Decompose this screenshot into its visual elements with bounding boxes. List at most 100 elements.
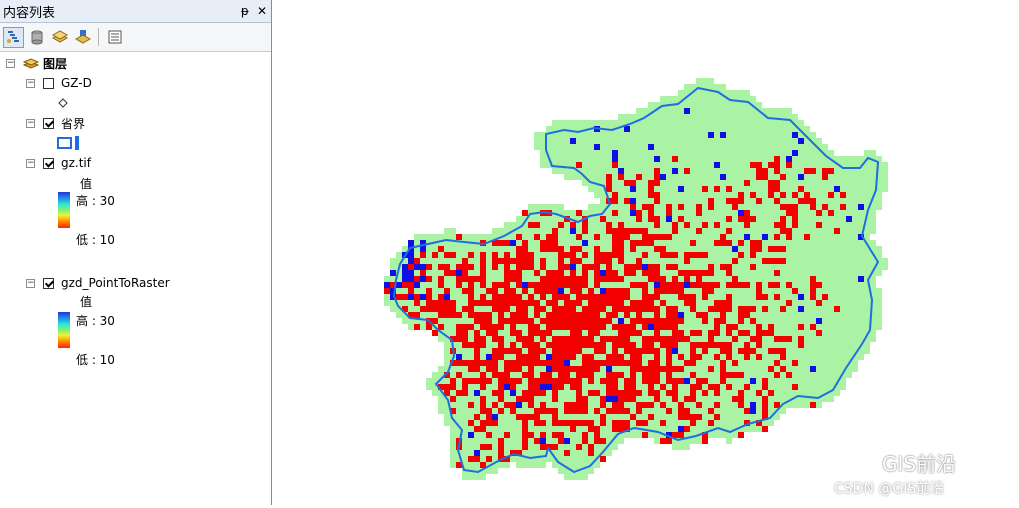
- collapse-toggle-icon[interactable]: −: [26, 278, 35, 288]
- raster-cell: [516, 252, 522, 258]
- raster-cell: [618, 360, 624, 366]
- collapse-toggle-icon[interactable]: −: [6, 58, 15, 68]
- raster-cell: [798, 378, 804, 384]
- collapse-toggle-icon[interactable]: −: [26, 78, 35, 88]
- raster-cell: [822, 234, 828, 240]
- raster-map-canvas[interactable]: [278, 0, 1019, 505]
- raster-cell: [744, 210, 750, 216]
- raster-cell: [480, 318, 486, 324]
- raster-cell: [828, 312, 834, 318]
- raster-cell: [594, 144, 600, 150]
- collapse-toggle-icon[interactable]: −: [26, 118, 35, 128]
- raster-cell: [468, 330, 474, 336]
- raster-cell: [576, 426, 582, 432]
- raster-cell: [642, 186, 648, 192]
- layer-item-gz-d[interactable]: − GZ-D: [26, 75, 92, 91]
- raster-cell: [666, 312, 672, 318]
- raster-cell: [840, 210, 846, 216]
- raster-cell: [612, 270, 618, 276]
- raster-cell: [702, 336, 708, 342]
- raster-cell: [486, 444, 492, 450]
- raster-cell: [552, 324, 558, 330]
- raster-cell: [636, 132, 642, 138]
- raster-cell: [588, 234, 594, 240]
- layers-root[interactable]: − 图层: [6, 55, 67, 71]
- raster-cell: [642, 420, 648, 426]
- raster-cell: [666, 258, 672, 264]
- raster-cell: [786, 186, 792, 192]
- options-icon[interactable]: [104, 27, 125, 48]
- map-view[interactable]: [278, 0, 1019, 505]
- raster-cell: [666, 204, 672, 210]
- raster-cell: [450, 300, 456, 306]
- list-by-selection-icon[interactable]: [72, 27, 93, 48]
- raster-cell: [600, 384, 606, 390]
- raster-cell: [672, 222, 678, 228]
- raster-cell: [744, 414, 750, 420]
- raster-cell: [852, 258, 858, 264]
- raster-cell: [606, 372, 612, 378]
- raster-cell: [732, 378, 738, 384]
- layer-visibility-checkbox[interactable]: [43, 77, 54, 89]
- list-by-visibility-icon[interactable]: [49, 27, 70, 48]
- raster-cell: [696, 276, 702, 282]
- raster-cell: [696, 390, 702, 396]
- layer-visibility-checkbox[interactable]: [43, 277, 54, 289]
- raster-cell: [738, 204, 744, 210]
- raster-cell: [750, 414, 756, 420]
- raster-cell: [564, 414, 570, 420]
- raster-cell: [636, 288, 642, 294]
- raster-cell: [726, 150, 732, 156]
- raster-cell: [804, 372, 810, 378]
- raster-cell: [702, 360, 708, 366]
- raster-cell: [570, 234, 576, 240]
- raster-cell: [660, 408, 666, 414]
- raster-cell: [636, 168, 642, 174]
- raster-cell: [468, 294, 474, 300]
- raster-cell: [474, 390, 480, 396]
- close-icon[interactable]: ✕: [257, 4, 267, 18]
- raster-cell: [708, 378, 714, 384]
- raster-cell: [558, 324, 564, 330]
- raster-cell: [642, 312, 648, 318]
- raster-cell: [612, 408, 618, 414]
- raster-cell: [738, 168, 744, 174]
- layer-item-province-boundary[interactable]: − 省界: [26, 115, 85, 131]
- raster-cell: [810, 390, 816, 396]
- raster-cell: [756, 360, 762, 366]
- pin-icon[interactable]: ᵽ: [241, 4, 249, 18]
- raster-cell: [642, 228, 648, 234]
- list-by-drawing-order-icon[interactable]: [3, 26, 24, 48]
- layer-item-gz-tif[interactable]: − gz.tif: [26, 155, 91, 171]
- raster-cell: [852, 330, 858, 336]
- raster-cell: [468, 318, 474, 324]
- raster-cell: [822, 336, 828, 342]
- raster-cell: [678, 444, 684, 450]
- raster-cell: [444, 252, 450, 258]
- raster-cell: [522, 462, 528, 468]
- raster-cell: [798, 162, 804, 168]
- layer-visibility-checkbox[interactable]: [43, 117, 54, 129]
- layer-item-gzd-pointtoraster[interactable]: − gzd_PointToRaster: [26, 275, 170, 291]
- raster-cell: [624, 246, 630, 252]
- collapse-toggle-icon[interactable]: −: [26, 158, 35, 168]
- raster-cell: [762, 144, 768, 150]
- raster-cell: [810, 306, 816, 312]
- layer-visibility-checkbox[interactable]: [43, 157, 54, 169]
- raster-cell: [570, 210, 576, 216]
- raster-cell: [600, 258, 606, 264]
- raster-cell: [660, 276, 666, 282]
- raster-cell: [672, 396, 678, 402]
- raster-cell: [516, 282, 522, 288]
- raster-cell: [774, 228, 780, 234]
- raster-cell: [816, 138, 822, 144]
- list-by-source-icon[interactable]: [26, 27, 47, 48]
- raster-cell: [738, 144, 744, 150]
- raster-cell: [510, 324, 516, 330]
- raster-cell: [636, 210, 642, 216]
- raster-cell: [660, 318, 666, 324]
- raster-cell: [636, 414, 642, 420]
- raster-cell: [672, 234, 678, 240]
- raster-cell: [462, 390, 468, 396]
- raster-cell: [840, 240, 846, 246]
